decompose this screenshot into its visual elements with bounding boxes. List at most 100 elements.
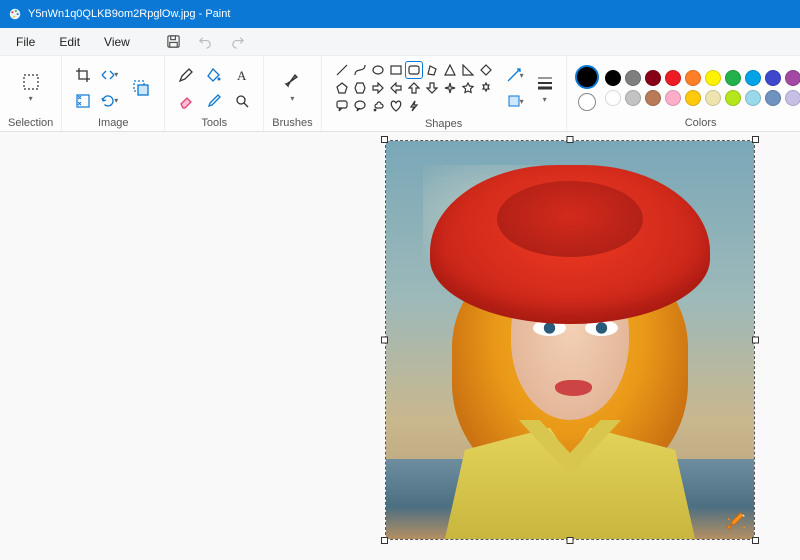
color-swatch[interactable] bbox=[665, 90, 681, 106]
group-label-colors: Colors bbox=[685, 115, 717, 129]
resize-handle-l[interactable] bbox=[381, 337, 388, 344]
shape-lightning[interactable] bbox=[406, 98, 422, 114]
color-swatch[interactable] bbox=[705, 70, 721, 86]
save-button[interactable] bbox=[160, 30, 188, 54]
shape-polygon[interactable] bbox=[424, 62, 440, 78]
remove-background-tool[interactable] bbox=[70, 89, 96, 113]
shape-rectangle[interactable] bbox=[388, 62, 404, 78]
layers-button[interactable] bbox=[126, 66, 156, 110]
stroke-width-button[interactable]: ▾ bbox=[532, 66, 558, 110]
chevron-down-icon: ▾ bbox=[290, 94, 294, 103]
shape-right-triangle[interactable] bbox=[460, 62, 476, 78]
shape-curve[interactable] bbox=[352, 62, 368, 78]
shape-callout-rounded[interactable] bbox=[334, 98, 350, 114]
resize-handle-r[interactable] bbox=[752, 337, 759, 344]
shape-star-4[interactable] bbox=[442, 80, 458, 96]
selected-image[interactable] bbox=[385, 140, 755, 540]
chevron-down-icon: ▾ bbox=[520, 71, 528, 80]
shape-star-5[interactable] bbox=[460, 80, 476, 96]
resize-handle-br[interactable] bbox=[752, 537, 759, 544]
magnifier-tool[interactable] bbox=[229, 89, 255, 113]
group-label-image: Image bbox=[98, 115, 129, 129]
chevron-down-icon: ▾ bbox=[520, 97, 528, 106]
resize-handle-tl[interactable] bbox=[381, 136, 388, 143]
shape-diamond[interactable] bbox=[478, 62, 494, 78]
group-label-selection: Selection bbox=[8, 115, 53, 129]
shape-pentagon[interactable] bbox=[334, 80, 350, 96]
color-swatch[interactable] bbox=[645, 70, 661, 86]
color-2-swatch[interactable] bbox=[578, 93, 596, 111]
chevron-down-icon: ▾ bbox=[543, 95, 547, 104]
color-swatch[interactable] bbox=[725, 70, 741, 86]
fill-tool[interactable] bbox=[201, 63, 227, 87]
canvas-image[interactable] bbox=[385, 140, 755, 540]
redo-button[interactable] bbox=[224, 30, 252, 54]
color-swatch[interactable] bbox=[765, 90, 781, 106]
chevron-down-icon: ▾ bbox=[114, 96, 122, 105]
shape-arrow-down[interactable] bbox=[424, 80, 440, 96]
text-tool[interactable]: A bbox=[229, 63, 255, 87]
color-swatch[interactable] bbox=[765, 70, 781, 86]
brushes-button[interactable]: ▾ bbox=[276, 66, 308, 110]
eraser-tool[interactable] bbox=[173, 89, 199, 113]
color-1-swatch[interactable] bbox=[575, 65, 599, 89]
color-picker-tool[interactable] bbox=[201, 89, 227, 113]
menu-view[interactable]: View bbox=[94, 31, 140, 53]
color-swatch[interactable] bbox=[605, 90, 621, 106]
group-colors: Colors bbox=[567, 56, 800, 131]
shape-picker[interactable] bbox=[330, 60, 498, 116]
resize-handle-bl[interactable] bbox=[381, 537, 388, 544]
color-swatch[interactable] bbox=[625, 70, 641, 86]
group-selection: ▾ Selection bbox=[0, 56, 62, 131]
undo-button[interactable] bbox=[192, 30, 220, 54]
select-tool[interactable]: ▾ bbox=[15, 66, 47, 110]
color-swatch[interactable] bbox=[685, 70, 701, 86]
menu-edit[interactable]: Edit bbox=[49, 31, 90, 53]
shape-oval[interactable] bbox=[370, 62, 386, 78]
group-label-shapes: Shapes bbox=[425, 116, 462, 130]
pencil-tool[interactable] bbox=[173, 63, 199, 87]
resize-handle-b[interactable] bbox=[567, 537, 574, 544]
chevron-down-icon: ▾ bbox=[29, 94, 33, 103]
menu-file[interactable]: File bbox=[6, 31, 45, 53]
shape-fill-button[interactable]: ▾ bbox=[504, 89, 530, 113]
color-swatch[interactable] bbox=[685, 90, 701, 106]
shape-arrow-right[interactable] bbox=[370, 80, 386, 96]
shape-callout-cloud[interactable] bbox=[370, 98, 386, 114]
group-shapes: ▾ ▾ ▾ Shapes bbox=[322, 56, 567, 131]
color-swatch[interactable] bbox=[605, 70, 621, 86]
color-swatch[interactable] bbox=[785, 90, 800, 106]
rotate-tool[interactable]: ▾ bbox=[98, 89, 124, 113]
shape-star-6[interactable] bbox=[478, 80, 494, 96]
shape-outline-button[interactable]: ▾ bbox=[504, 63, 530, 87]
paint-app-icon bbox=[8, 7, 22, 21]
canvas-area[interactable] bbox=[0, 132, 800, 560]
color-swatch[interactable] bbox=[725, 90, 741, 106]
chevron-down-icon: ▾ bbox=[114, 70, 122, 79]
shape-callout-oval[interactable] bbox=[352, 98, 368, 114]
shape-hexagon[interactable] bbox=[352, 80, 368, 96]
group-label-brushes: Brushes bbox=[272, 115, 312, 129]
shape-line[interactable] bbox=[334, 62, 350, 78]
color-swatch[interactable] bbox=[745, 70, 761, 86]
color-swatch[interactable] bbox=[745, 90, 761, 106]
color-swatch[interactable] bbox=[785, 70, 800, 86]
shape-arrow-up[interactable] bbox=[406, 80, 422, 96]
resize-handle-t[interactable] bbox=[567, 136, 574, 143]
ribbon-toolbar: ▾ Selection ▾ ▾ Image bbox=[0, 56, 800, 132]
window-title: Y5nWn1q0QLKB9om2RpglOw.jpg - Paint bbox=[28, 8, 230, 20]
color-swatch[interactable] bbox=[665, 70, 681, 86]
resize-tool[interactable]: ▾ bbox=[98, 63, 124, 87]
shape-triangle[interactable] bbox=[442, 62, 458, 78]
cocreator-icon[interactable] bbox=[726, 511, 748, 533]
shape-arrow-left[interactable] bbox=[388, 80, 404, 96]
shape-rounded-rectangle[interactable] bbox=[406, 62, 422, 78]
window-titlebar: Y5nWn1q0QLKB9om2RpglOw.jpg - Paint bbox=[0, 0, 800, 28]
crop-tool[interactable] bbox=[70, 63, 96, 87]
group-brushes: ▾ Brushes bbox=[264, 56, 321, 131]
shape-heart[interactable] bbox=[388, 98, 404, 114]
color-swatch[interactable] bbox=[625, 90, 641, 106]
color-swatch[interactable] bbox=[705, 90, 721, 106]
color-swatch[interactable] bbox=[645, 90, 661, 106]
resize-handle-tr[interactable] bbox=[752, 136, 759, 143]
